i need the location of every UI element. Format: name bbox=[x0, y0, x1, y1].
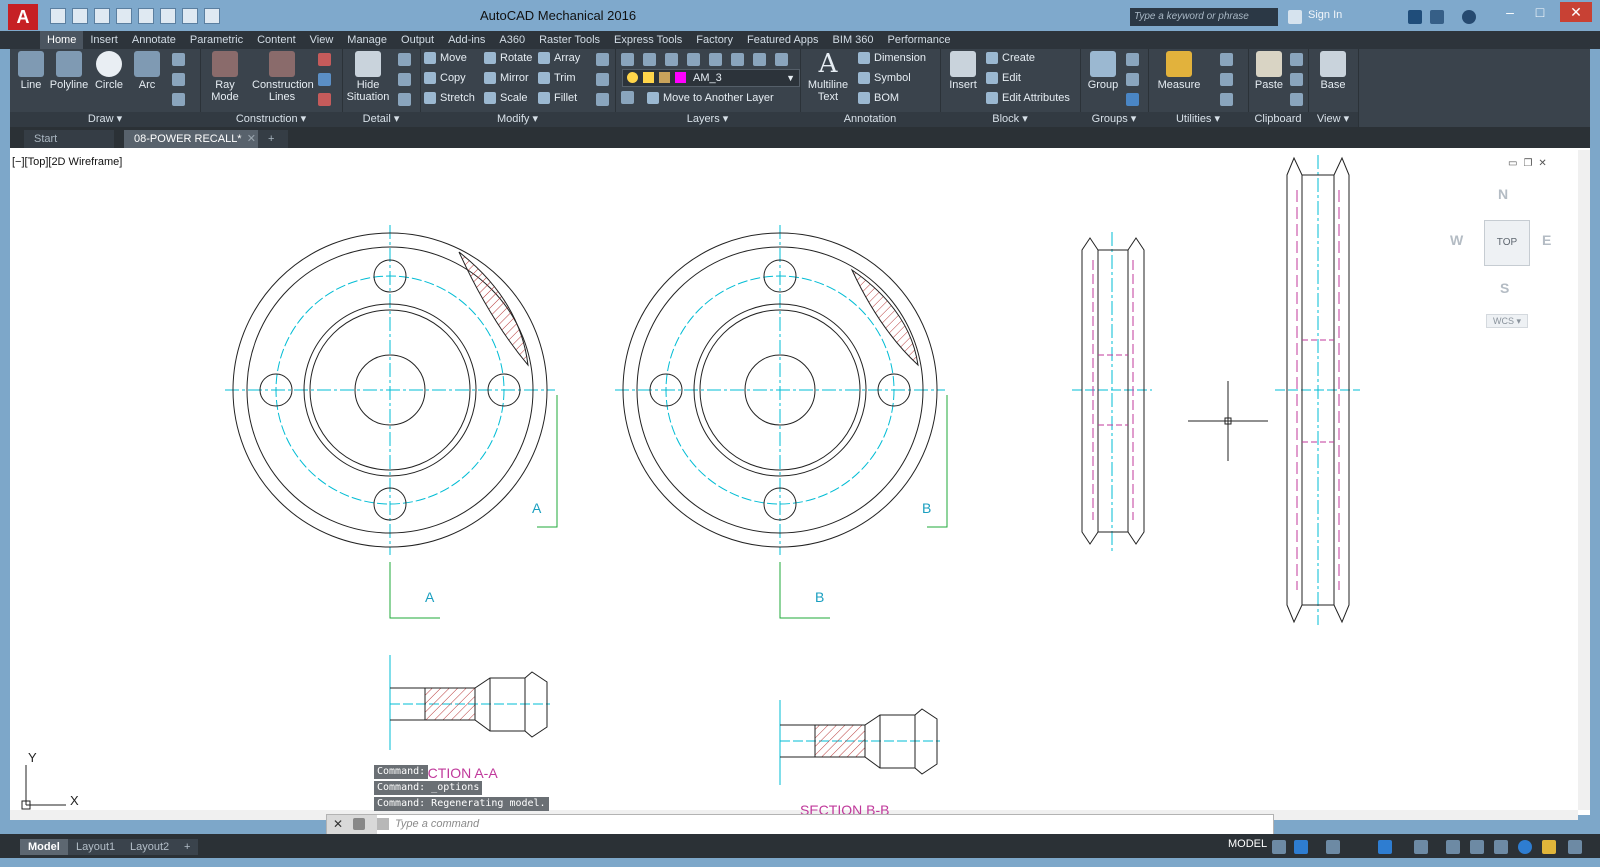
side-view-small[interactable] bbox=[1072, 232, 1152, 552]
section-a-a-view[interactable] bbox=[389, 655, 550, 750]
cut-label-a: A bbox=[532, 500, 542, 516]
ucs-x-label: X bbox=[70, 793, 79, 808]
ucs-y-label: Y bbox=[28, 750, 37, 765]
drawing-svg: A A B B SECTION A-A SECTION B-B Y X bbox=[21, 155, 1360, 818]
status-bar: Model Layout1 Layout2 + bbox=[0, 834, 1600, 858]
viewcube-west[interactable]: W bbox=[1450, 232, 1463, 248]
model-space-indicator[interactable]: MODEL bbox=[1228, 838, 1267, 850]
settings-gear-icon[interactable] bbox=[1414, 840, 1428, 854]
window-frame bbox=[0, 858, 1600, 867]
ortho-icon[interactable] bbox=[1326, 840, 1340, 854]
flange-rim bbox=[1081, 237, 1099, 545]
command-history-line: Command: _options bbox=[374, 781, 483, 795]
viewcube-east[interactable]: E bbox=[1542, 232, 1551, 248]
tab-layout1[interactable]: Layout1 bbox=[68, 839, 124, 855]
viewcube-north[interactable]: N bbox=[1498, 186, 1508, 202]
hatched-region bbox=[850, 268, 919, 367]
customize-icon[interactable] bbox=[353, 818, 365, 830]
flange-front-view-a[interactable] bbox=[225, 225, 558, 619]
isolate-icon[interactable] bbox=[1470, 840, 1484, 854]
ucs-icon bbox=[21, 765, 66, 810]
cut-label-b: B bbox=[922, 500, 931, 516]
command-history-line: Command: bbox=[374, 765, 429, 779]
viewcube-top-face[interactable]: TOP bbox=[1484, 220, 1530, 266]
command-line: ✕ Type a command bbox=[326, 814, 1274, 836]
close-command-line-icon[interactable]: ✕ bbox=[333, 817, 343, 831]
tab-model[interactable]: Model bbox=[20, 839, 68, 855]
hatched-section bbox=[424, 687, 476, 721]
flange-front-view-b[interactable] bbox=[615, 225, 948, 619]
flange-rim bbox=[1127, 237, 1145, 545]
viewcube-south[interactable]: S bbox=[1500, 280, 1509, 296]
add-layout-button[interactable]: + bbox=[176, 839, 199, 855]
notification-icon[interactable] bbox=[1542, 840, 1556, 854]
hatched-section bbox=[814, 724, 866, 758]
grid-icon[interactable] bbox=[1272, 840, 1286, 854]
hardware-acceleration-icon[interactable] bbox=[1494, 840, 1508, 854]
crosshair-cursor bbox=[1188, 381, 1268, 461]
tab-layout2[interactable]: Layout2 bbox=[122, 839, 178, 855]
wcs-menu[interactable]: WCS ▾ bbox=[1486, 314, 1528, 328]
cut-label-b: B bbox=[815, 589, 824, 605]
section-b-b-view[interactable] bbox=[779, 700, 940, 785]
snap-icon[interactable] bbox=[1294, 840, 1308, 854]
command-history-line: Command: Regenerating model. bbox=[374, 797, 549, 811]
plus-icon[interactable] bbox=[1446, 840, 1460, 854]
command-input[interactable]: Type a command bbox=[395, 818, 1215, 830]
command-line-tools: ✕ bbox=[327, 815, 377, 835]
customization-menu-icon[interactable] bbox=[1568, 840, 1582, 854]
clean-screen-icon[interactable] bbox=[1518, 840, 1532, 854]
polar-tracking-icon[interactable] bbox=[1378, 840, 1392, 854]
recent-commands-icon[interactable] bbox=[377, 818, 389, 830]
cut-label-a: A bbox=[425, 589, 435, 605]
side-view-large[interactable] bbox=[1275, 155, 1360, 625]
